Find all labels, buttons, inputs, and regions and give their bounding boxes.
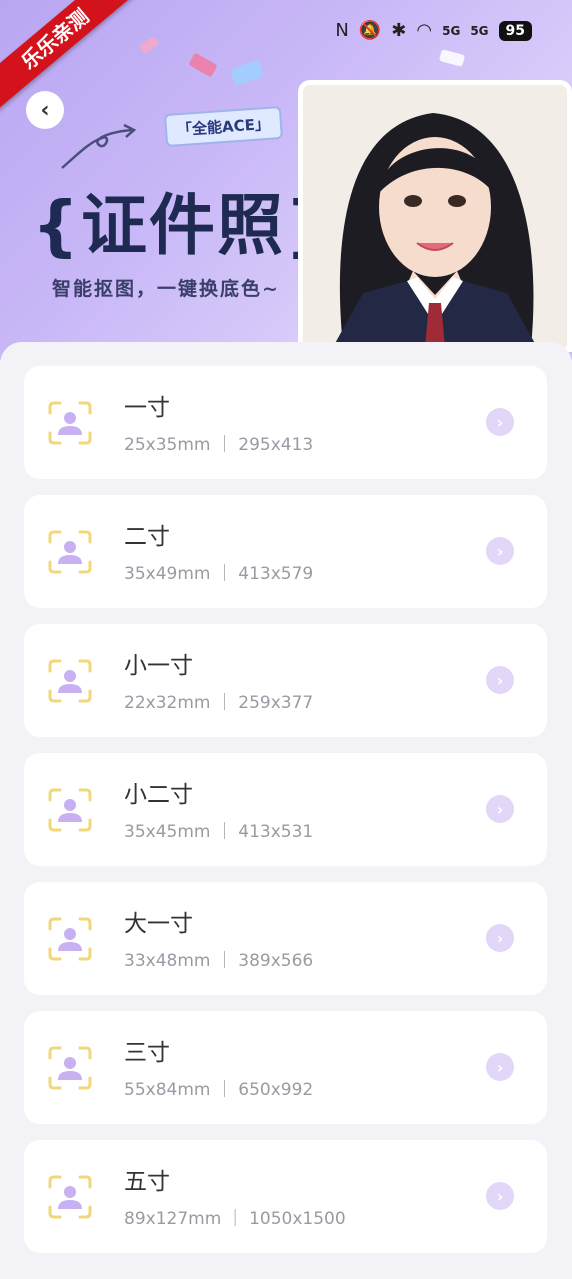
wifi-icon: ◠ xyxy=(416,20,433,41)
size-name: 大一寸 xyxy=(124,911,193,937)
chevron-right-icon[interactable]: › xyxy=(486,1053,514,1081)
portrait-icon xyxy=(48,659,92,703)
chevron-right-icon[interactable]: › xyxy=(486,408,514,436)
size-spec: 25x35mm ｜ 295x413 xyxy=(124,435,314,455)
portrait-icon xyxy=(48,788,92,832)
status-icons: N 🔕 ✱ ◠ 5G 5G 95 xyxy=(335,20,532,41)
size-option-card[interactable]: 五寸 89x127mm ｜ 1050x1500 › xyxy=(24,1140,547,1253)
header-banner: 43 N 🔕 ✱ ◠ 5G 5G 95 乐乐亲测 ‹ 「全能ACE」 {证件照}… xyxy=(0,0,572,360)
size-option-card[interactable]: 一寸 25x35mm ｜ 295x413 › xyxy=(24,366,547,479)
size-name: 五寸 xyxy=(124,1169,170,1195)
arrow-doodle-icon xyxy=(61,123,137,169)
watermark-ribbon: 乐乐亲测 xyxy=(0,0,139,114)
size-name: 小二寸 xyxy=(124,782,193,808)
portrait-icon xyxy=(48,917,92,961)
size-spec: 55x84mm ｜ 650x992 xyxy=(124,1080,314,1100)
size-name: 三寸 xyxy=(124,1040,170,1066)
size-spec: 33x48mm ｜ 389x566 xyxy=(124,951,314,971)
nfc-icon: N xyxy=(335,20,349,41)
chevron-right-icon[interactable]: › xyxy=(486,795,514,823)
size-name: 一寸 xyxy=(124,395,170,421)
ace-tag: 「全能ACE」 xyxy=(163,105,283,148)
banner-subtitle: 智能抠图，一键换底色~ xyxy=(52,278,280,300)
sample-portrait-image xyxy=(298,80,572,352)
size-option-card[interactable]: 小二寸 35x45mm ｜ 413x531 › xyxy=(24,753,547,866)
chevron-left-icon: ‹ xyxy=(40,97,50,123)
size-spec: 35x45mm ｜ 413x531 xyxy=(124,822,314,842)
portrait-icon xyxy=(48,401,92,445)
portrait-icon xyxy=(48,530,92,574)
chevron-right-icon[interactable]: › xyxy=(486,924,514,952)
size-name: 二寸 xyxy=(124,524,170,550)
size-option-card[interactable]: 三寸 55x84mm ｜ 650x992 › xyxy=(24,1011,547,1124)
size-name: 小一寸 xyxy=(124,653,193,679)
signal-icon: 5G xyxy=(470,23,489,38)
bluetooth-icon: ✱ xyxy=(391,20,407,41)
confetti-decoration xyxy=(229,59,265,87)
size-option-card[interactable]: 小一寸 22x32mm ｜ 259x377 › xyxy=(24,624,547,737)
chevron-right-icon[interactable]: › xyxy=(486,537,514,565)
portrait-icon xyxy=(48,1175,92,1219)
mute-icon: 🔕 xyxy=(358,20,382,41)
battery-indicator: 95 xyxy=(498,20,532,41)
size-option-card[interactable]: 大一寸 33x48mm ｜ 389x566 › xyxy=(24,882,547,995)
size-spec: 35x49mm ｜ 413x579 xyxy=(124,564,314,584)
banner-title: {证件照} xyxy=(32,187,334,264)
chevron-right-icon[interactable]: › xyxy=(486,1182,514,1210)
back-button[interactable]: ‹ xyxy=(26,91,64,129)
size-option-card[interactable]: 二寸 35x49mm ｜ 413x579 › xyxy=(24,495,547,608)
size-spec: 22x32mm ｜ 259x377 xyxy=(124,693,314,713)
signal-icon: 5G xyxy=(442,23,461,38)
chevron-right-icon[interactable]: › xyxy=(486,666,514,694)
confetti-decoration xyxy=(188,52,218,78)
size-spec: 89x127mm ｜ 1050x1500 xyxy=(124,1209,346,1229)
portrait-icon xyxy=(48,1046,92,1090)
